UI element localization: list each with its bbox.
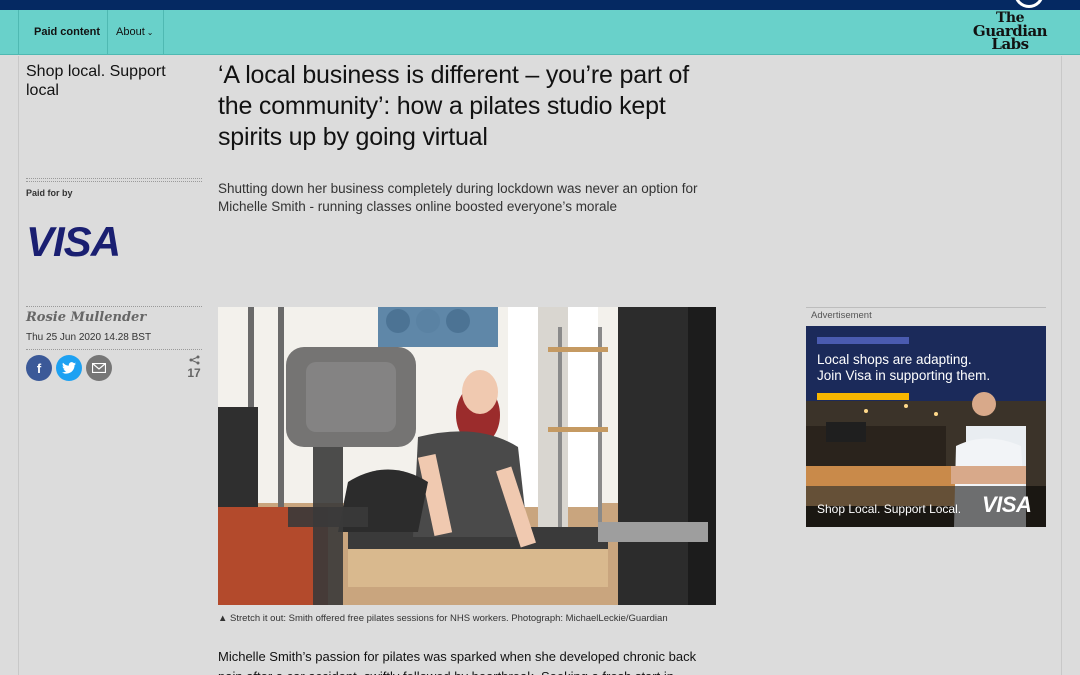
advert-gold-bar	[817, 393, 909, 400]
series-title[interactable]: Shop local. Support local	[26, 62, 186, 100]
article-standfirst: Shutting down her business completely du…	[218, 181, 698, 214]
guardian-top-strip	[0, 0, 1080, 10]
advertisement-label: Advertisement	[811, 310, 872, 321]
author-byline[interactable]: Rosie Mullender	[26, 310, 146, 325]
article-main-photo[interactable]	[218, 307, 716, 605]
share-icon	[189, 355, 199, 365]
advert-line-2: Join Visa in supporting them.	[817, 368, 991, 383]
pilates-studio-photo	[218, 307, 716, 605]
labs-header-bar: Paid content About ⌄ The Guardian Labs	[0, 10, 1080, 55]
about-label: About	[116, 26, 145, 38]
advert-accent-bar	[817, 337, 909, 344]
facebook-share-button[interactable]: f	[26, 355, 52, 381]
divider	[26, 306, 202, 307]
paid-content-label: Paid content	[34, 26, 101, 38]
advert-divider	[806, 307, 1046, 308]
about-dropdown[interactable]: About ⌄	[108, 10, 164, 55]
share-count: 17	[184, 355, 204, 379]
twitter-share-button[interactable]	[56, 355, 82, 381]
photo-caption: ▲ Stretch it out: Smith offered free pil…	[218, 613, 668, 624]
paid-for-label: Paid for by	[26, 188, 73, 198]
chevron-down-icon: ⌄	[146, 28, 154, 37]
divider	[26, 349, 202, 350]
divider	[26, 181, 202, 182]
twitter-icon	[62, 362, 76, 374]
article-body: Michelle Smith’s passion for pilates was…	[218, 649, 697, 675]
divider	[26, 178, 202, 179]
visa-sponsor-logo[interactable]: VISA	[26, 219, 121, 265]
facebook-icon: f	[36, 360, 42, 376]
guardian-roundel-icon[interactable]	[1014, 0, 1044, 8]
share-count-value: 17	[187, 366, 201, 380]
advert-line-1: Local shops are adapting.	[817, 352, 972, 367]
email-icon	[92, 363, 106, 373]
advert-visa-logo: VISA	[982, 492, 1032, 517]
article-headline: ‘A local business is different – you’re …	[218, 61, 689, 151]
paid-content-link[interactable]: Paid content	[18, 10, 108, 55]
email-share-button[interactable]	[86, 355, 112, 381]
guardian-labs-logo[interactable]: The Guardian Labs	[970, 11, 1050, 52]
advert-footer: Shop Local. Support Local.	[817, 502, 962, 516]
publish-date: Thu 25 Jun 2020 14.28 BST	[26, 332, 152, 343]
advert-headline: Local shops are adapting. Join Visa in s…	[817, 352, 1037, 384]
visa-advert[interactable]: Local shops are adapting. Join Visa in s…	[806, 326, 1046, 527]
